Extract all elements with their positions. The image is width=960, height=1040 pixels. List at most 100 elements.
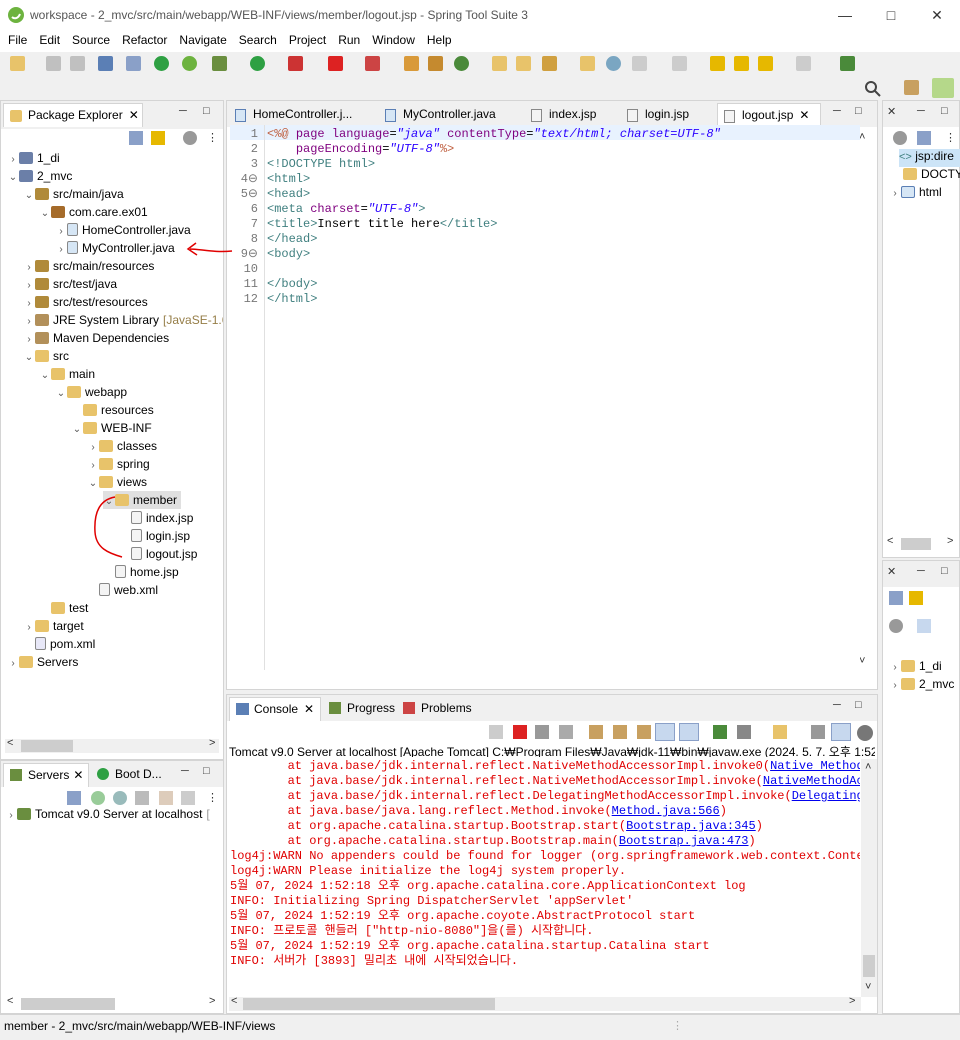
spell-check-icon[interactable] [831,723,851,741]
debug-icon[interactable] [212,56,227,71]
menu-navigate[interactable]: Navigate [171,30,230,47]
tree-item[interactable]: › target [23,617,83,635]
maximize-view-icon[interactable]: □ [203,105,210,117]
stack-trace-link[interactable]: Native Method [770,759,860,773]
close-tab-icon[interactable]: ✕ [304,702,314,716]
remove-all-icon[interactable] [559,725,573,739]
annotation-prev-icon[interactable] [672,56,687,71]
tab-progress[interactable]: Progress [323,697,397,721]
scroll-lock-icon[interactable] [613,725,627,739]
collapse-icon[interactable]: ⌄ [87,475,99,493]
tab-homecontroller[interactable]: HomeController.j... [229,103,363,127]
minimize-view-icon[interactable]: ─ [833,105,841,117]
open-perspective-icon[interactable] [904,80,919,95]
show-stdout-icon[interactable] [655,723,675,741]
tree-item[interactable]: › 1_di [7,149,59,167]
profile-server-icon[interactable] [135,791,149,805]
maximize-button[interactable]: □ [868,0,914,30]
debug-server-icon[interactable] [91,791,105,805]
forward-icon[interactable] [796,56,811,71]
collapse-all-icon[interactable] [889,591,903,605]
console-vertical-scrollbar[interactable]: ˄ ˅ [861,759,877,997]
menu-help[interactable]: Help [419,30,456,47]
spring-icon[interactable] [182,56,197,71]
new-class-icon[interactable] [454,56,469,71]
tree-item[interactable]: › Servers [7,653,78,671]
minimize-button[interactable]: — [822,0,868,30]
collapse-icon[interactable]: ⌄ [39,205,51,223]
tree-item[interactable]: ⌄ WEB-INF [71,419,152,437]
stack-trace-link[interactable]: Bootstrap.java:345 [626,819,756,833]
tree-item[interactable]: ⌄ views [87,473,147,491]
tree-item[interactable]: home.jsp [103,563,179,581]
search-tool-icon[interactable] [542,56,557,71]
collapse-icon[interactable]: ⌄ [23,349,35,367]
close-button[interactable]: ✕ [914,0,960,30]
link-editor-icon[interactable] [909,591,923,605]
tree-item[interactable]: ⌄ src/main/java [23,185,124,203]
close-tab-icon[interactable]: ✕ [73,768,83,782]
tree-item[interactable]: index.jsp [119,509,193,527]
collapse-icon[interactable]: ⌄ [55,385,67,403]
tree-item[interactable]: test [39,599,88,617]
outline-item[interactable]: › html [889,185,960,203]
boot-dashboard-icon[interactable] [154,56,169,71]
tab-problems[interactable]: Problems [397,697,477,721]
horizontal-scrollbar[interactable]: < > [5,737,219,753]
tab-index-jsp[interactable]: index.jsp [525,103,605,127]
last-edit-icon[interactable] [710,56,725,71]
stack-trace-link[interactable]: Bootstrap.java:473 [619,834,749,848]
annotation-next-icon[interactable] [632,56,647,71]
maximize-view-icon[interactable]: □ [941,565,948,577]
spring-perspective-icon[interactable] [932,78,954,98]
new-package-icon[interactable] [428,56,443,71]
tree-item[interactable]: › JRE System Library [JavaSE-1.6 [23,311,223,329]
code-editor[interactable]: 1 2 3 4⊖ 5⊖ 6 7 8 9⊖ 10 11 12 <%@ page language="ja… [230,125,860,670]
run-server-icon[interactable] [288,56,303,71]
save-icon[interactable] [46,56,61,71]
maximize-view-icon[interactable]: □ [855,105,862,117]
server-row[interactable]: › Tomcat v9.0 Server at localhost[ [5,807,209,825]
tree-item[interactable]: › spring [87,455,149,473]
open-type-icon[interactable] [492,56,507,71]
minimize-view-icon[interactable]: ─ [179,105,187,117]
new-java-project-icon[interactable] [404,56,419,71]
tab-mycontroller[interactable]: MyController.java [379,103,509,127]
clear-console-icon[interactable] [589,725,603,739]
display-console-icon[interactable] [737,725,751,739]
show-stderr-icon[interactable] [679,723,699,741]
tab-package-explorer[interactable]: Package Explorer ✕ [3,103,143,127]
expand-icon[interactable]: › [889,680,901,691]
expand-icon[interactable]: › [7,655,19,673]
start-server-icon[interactable] [113,791,127,805]
menu-edit[interactable]: Edit [31,30,64,47]
new-icon[interactable] [10,56,25,71]
stack-trace-link[interactable]: DelegatingMe [792,789,860,803]
menu-refactor[interactable]: Refactor [114,30,171,47]
menu-window[interactable]: Window [364,30,419,47]
tree-item[interactable]: ⌄ member [103,491,182,511]
collapse-icon[interactable]: ⌄ [23,187,35,205]
tree-item[interactable]: ⌄ src [23,347,69,365]
skip-breakpoints-icon[interactable] [126,56,141,71]
view-menu-icon[interactable]: ⋮ [207,131,218,144]
pin-console-icon[interactable] [713,725,727,739]
back-icon[interactable] [758,56,773,71]
terminate-icon[interactable] [513,725,527,739]
close-tab-icon[interactable]: ✕ [887,565,896,578]
navigator-item[interactable]: › 1_di [889,659,941,677]
view-menu-icon[interactable]: ⋮ [207,791,218,804]
collapse-all-icon[interactable] [917,131,931,145]
link-editor-icon[interactable] [151,131,165,145]
tree-item[interactable]: › classes [87,437,157,455]
external-tools-icon[interactable] [365,56,380,71]
menu-source[interactable]: Source [64,30,114,47]
tree-item[interactable]: ⌄ webapp [55,383,127,401]
outline-item[interactable]: <> jsp:dire [899,149,960,167]
sort-icon[interactable] [917,619,931,633]
collapse-icon[interactable]: ⌄ [103,493,115,511]
tree-item[interactable]: ⌄ main [39,365,95,383]
copy-icon[interactable] [811,725,825,739]
filter-icon[interactable] [893,131,907,145]
tree-item[interactable]: › Maven Dependencies [23,329,169,347]
